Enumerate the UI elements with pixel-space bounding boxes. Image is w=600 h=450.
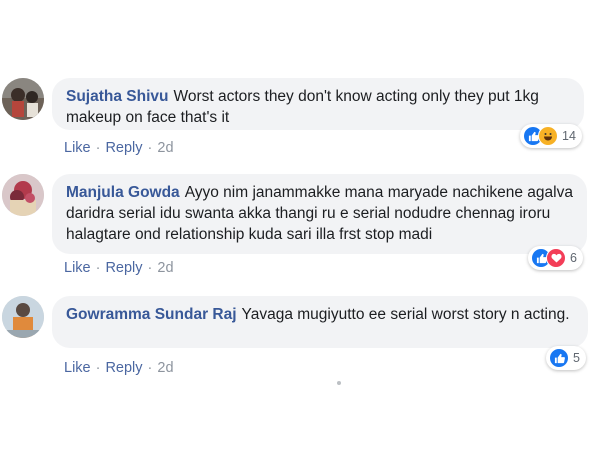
comment-bubble: Sujatha Shivu Worst actors they don't kno…	[52, 78, 584, 130]
avatar[interactable]	[2, 78, 44, 120]
reply-button[interactable]: Reply	[105, 260, 142, 276]
separator-dot: ·	[147, 140, 153, 156]
comment-actions: Like · Reply · 2d	[64, 260, 174, 276]
haha-icon	[538, 126, 558, 146]
reaction-summary[interactable]: 5	[546, 346, 586, 370]
separator-dot: ·	[95, 360, 101, 376]
like-icon	[549, 348, 569, 368]
like-button[interactable]: Like	[64, 360, 91, 376]
comment-author[interactable]: Sujatha Shivu	[66, 88, 169, 105]
comment-bubble: Gowramma Sundar Raj Yavaga mugiyutto ee s…	[52, 296, 588, 348]
reply-button[interactable]: Reply	[105, 360, 142, 376]
reaction-count: 6	[570, 251, 577, 265]
reaction-summary[interactable]: 14	[520, 124, 582, 148]
separator-dot: ·	[95, 140, 101, 156]
comment-actions: Like · Reply · 2d	[64, 140, 174, 156]
avatar[interactable]	[2, 174, 44, 216]
comment-bubble: Manjula Gowda Ayyo nim janammakke mana ma…	[52, 174, 587, 254]
comment-timestamp[interactable]: 2d	[157, 360, 173, 376]
reaction-count: 14	[562, 129, 576, 143]
comment-author[interactable]: Manjula Gowda	[66, 184, 180, 201]
reaction-count: 5	[573, 351, 580, 365]
reaction-summary[interactable]: 6	[528, 246, 583, 270]
comment-timestamp[interactable]: 2d	[157, 260, 173, 276]
comment-author[interactable]: Gowramma Sundar Raj	[66, 306, 237, 323]
separator-dot: ·	[147, 360, 153, 376]
comment-actions: Like · Reply · 2d	[64, 360, 174, 376]
scroll-indicator-dot	[337, 381, 341, 385]
separator-dot: ·	[147, 260, 153, 276]
reply-button[interactable]: Reply	[105, 140, 142, 156]
like-button[interactable]: Like	[64, 260, 91, 276]
comment-timestamp[interactable]: 2d	[157, 140, 173, 156]
comment-text: Yavaga mugiyutto ee serial worst story n…	[241, 306, 570, 323]
separator-dot: ·	[95, 260, 101, 276]
like-button[interactable]: Like	[64, 140, 91, 156]
love-icon	[546, 248, 566, 268]
avatar[interactable]	[2, 296, 44, 338]
